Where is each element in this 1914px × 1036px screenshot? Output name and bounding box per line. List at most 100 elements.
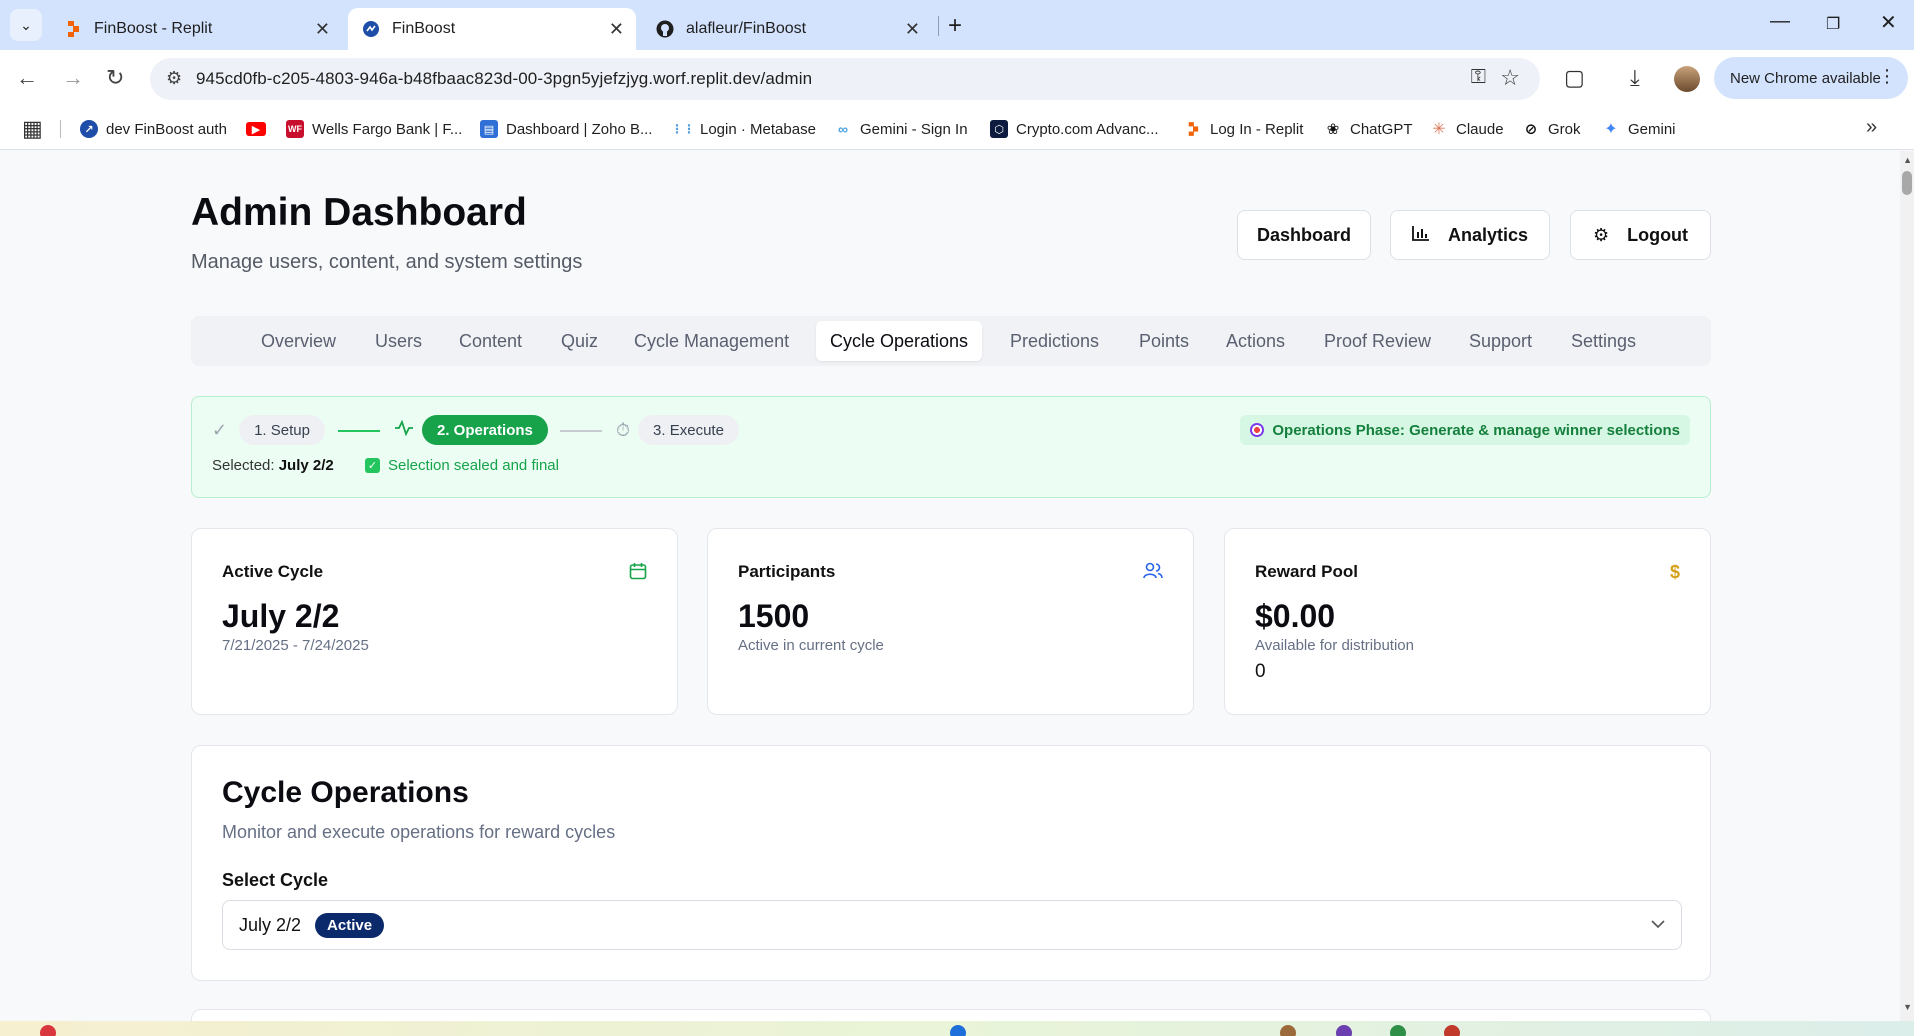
activity-pulse-icon xyxy=(394,419,414,441)
close-tab-icon[interactable]: ✕ xyxy=(609,19,624,40)
card-value: $0.00 xyxy=(1255,598,1336,634)
bookmark-star-icon[interactable]: ☆ xyxy=(1500,65,1520,91)
browser-tab-strip: ⌄ FinBoost - Replit ✕ FinBoost ✕ alafleu… xyxy=(0,0,1914,50)
bookmark-zoho[interactable]: ▤ Dashboard | Zoho B... xyxy=(480,108,652,150)
bookmark-gemini[interactable]: ✦ Gemini xyxy=(1602,108,1676,150)
profile-avatar[interactable] xyxy=(1674,66,1700,92)
card-value: 1500 xyxy=(738,598,810,634)
site-settings-icon[interactable]: ⚙ xyxy=(166,68,182,89)
checkbox-checked-icon: ✓ xyxy=(365,458,380,473)
download-icon[interactable]: ⤓ xyxy=(1630,65,1640,91)
tab-title: FinBoost xyxy=(392,20,456,37)
bookmark-grok[interactable]: ⊘ Grok xyxy=(1522,108,1581,150)
select-cycle-label: Select Cycle xyxy=(222,870,329,890)
github-icon xyxy=(656,20,674,38)
sealed-status: ✓ Selection sealed and final xyxy=(365,457,559,474)
taskbar-app-icon[interactable] xyxy=(1444,1025,1460,1036)
target-icon xyxy=(1250,423,1265,437)
tab-support[interactable]: Support xyxy=(1469,321,1532,361)
taskbar-app-icon[interactable] xyxy=(1280,1025,1296,1036)
cycle-select[interactable]: July 2/2 Active xyxy=(222,900,1682,950)
tab-content[interactable]: Content xyxy=(459,321,522,361)
tab-overview[interactable]: Overview xyxy=(261,321,336,361)
bookmark-replit-login[interactable]: Log In - Replit xyxy=(1184,108,1303,150)
bookmark-dev-finboost[interactable]: ↗ dev FinBoost auth xyxy=(80,108,227,150)
more-bookmarks-icon[interactable]: » xyxy=(1866,116,1877,139)
bookmark-separator xyxy=(60,120,61,138)
browser-toolbar: ← → ↻ ⚙ 945cd0fb-c205-4803-946a-b48fbaac… xyxy=(0,50,1914,108)
scroll-up-arrow-icon[interactable]: ▲ xyxy=(1903,155,1912,165)
tab-proof-review[interactable]: Proof Review xyxy=(1324,321,1431,361)
card-extra-value: 0 xyxy=(1255,661,1266,682)
taskbar-app-icon[interactable] xyxy=(1336,1025,1352,1036)
browser-tab-finboost-replit[interactable]: FinBoost - Replit ✕ xyxy=(50,8,342,50)
bookmark-youtube[interactable]: ▶ xyxy=(246,108,274,150)
tab-cycle-operations[interactable]: Cycle Operations xyxy=(816,321,983,361)
apps-grid-icon[interactable]: ▦ xyxy=(22,116,43,142)
wells-fargo-icon: WF xyxy=(286,120,304,138)
menu-dots-icon[interactable]: ⋮ xyxy=(1878,66,1896,87)
scroll-down-arrow-icon[interactable]: ▼ xyxy=(1903,1002,1912,1012)
new-tab-icon[interactable]: + xyxy=(948,12,962,40)
bookmark-metabase[interactable]: ⋮⋮ Login · Metabase xyxy=(671,108,816,150)
tab-points[interactable]: Points xyxy=(1139,321,1189,361)
calendar-icon xyxy=(629,562,647,585)
tab-search-chevron-icon[interactable]: ⌄ xyxy=(10,9,42,41)
url-text[interactable]: 945cd0fb-c205-4803-946a-b48fbaac823d-00-… xyxy=(196,69,812,89)
tab-actions[interactable]: Actions xyxy=(1226,321,1285,361)
tab-predictions[interactable]: Predictions xyxy=(1010,321,1099,361)
reward-pool-card: Reward Pool $ $0.00 Available for distri… xyxy=(1224,528,1711,715)
section-title: Cycle Operations xyxy=(222,776,469,809)
reload-icon[interactable]: ↻ xyxy=(106,65,124,91)
admin-tab-bar: Overview Users Content Quiz Cycle Manage… xyxy=(191,316,1711,366)
bookmark-crypto-com[interactable]: ⬡ Crypto.com Advanc... xyxy=(990,108,1159,150)
minimize-icon[interactable]: — xyxy=(1770,10,1790,33)
gemini-sign-in-icon: ∞ xyxy=(834,120,852,138)
browser-tab-github[interactable]: alafleur/FinBoost ✕ xyxy=(642,8,932,50)
step-execute[interactable]: ⏱ 3. Execute xyxy=(616,415,739,445)
close-tab-icon[interactable]: ✕ xyxy=(905,19,920,40)
step-operations[interactable]: 2. Operations xyxy=(394,415,548,445)
bookmark-wells-fargo[interactable]: WF Wells Fargo Bank | F... xyxy=(286,108,462,150)
taskbar-app-icon[interactable] xyxy=(1390,1025,1406,1036)
new-chrome-label: New Chrome available xyxy=(1730,69,1881,87)
password-key-icon[interactable]: ⚿ xyxy=(1471,66,1486,89)
bookmark-claude[interactable]: ✳ Claude xyxy=(1430,108,1504,150)
scrollbar-thumb[interactable] xyxy=(1902,171,1912,195)
new-chrome-available-button[interactable]: New Chrome available ⋮ xyxy=(1714,57,1908,99)
step-label: 3. Execute xyxy=(638,415,739,445)
address-bar[interactable]: ⚙ 945cd0fb-c205-4803-946a-b48fbaac823d-0… xyxy=(150,58,1540,100)
card-value: July 2/2 xyxy=(222,598,340,634)
card-subtext: Active in current cycle xyxy=(738,637,884,654)
selected-cycle-text: Selected: July 2/2 xyxy=(212,457,334,474)
page-scrollbar[interactable] xyxy=(1900,151,1914,1021)
browser-tab-finboost[interactable]: FinBoost ✕ xyxy=(348,8,636,50)
tab-users[interactable]: Users xyxy=(375,321,422,361)
logout-button[interactable]: ⚙ Logout xyxy=(1570,210,1711,260)
tab-cycle-management[interactable]: Cycle Management xyxy=(634,321,789,361)
replit-icon xyxy=(1184,120,1202,138)
analytics-button[interactable]: Analytics xyxy=(1390,210,1550,260)
finboost-icon: ↗ xyxy=(80,120,98,138)
close-tab-icon[interactable]: ✕ xyxy=(315,19,330,40)
tab-separator xyxy=(938,16,939,36)
close-window-icon[interactable]: ✕ xyxy=(1880,10,1897,35)
page-title: Admin Dashboard xyxy=(191,191,527,234)
forward-icon[interactable]: → xyxy=(62,65,84,91)
taskbar-app-icon[interactable] xyxy=(40,1025,56,1036)
back-icon[interactable]: ← xyxy=(16,65,38,91)
step-label: 2. Operations xyxy=(422,415,548,445)
taskbar-app-icon[interactable] xyxy=(950,1025,966,1036)
restore-icon[interactable]: ❐ xyxy=(1826,14,1840,34)
extensions-icon[interactable]: ▢ xyxy=(1564,65,1585,91)
bookmark-chatgpt[interactable]: ❀ ChatGPT xyxy=(1324,108,1413,150)
tab-settings[interactable]: Settings xyxy=(1571,321,1636,361)
card-subtext: Available for distribution xyxy=(1255,637,1414,654)
tab-quiz[interactable]: Quiz xyxy=(561,321,598,361)
bookmark-gemini-signin[interactable]: ∞ Gemini - Sign In xyxy=(834,108,968,150)
selected-cycle-value: July 2/2 xyxy=(239,914,302,935)
dashboard-button[interactable]: Dashboard xyxy=(1237,210,1371,260)
next-panel xyxy=(191,1009,1711,1021)
step-setup[interactable]: ✓ 1. Setup xyxy=(212,415,325,445)
card-title: Active Cycle xyxy=(222,562,324,581)
